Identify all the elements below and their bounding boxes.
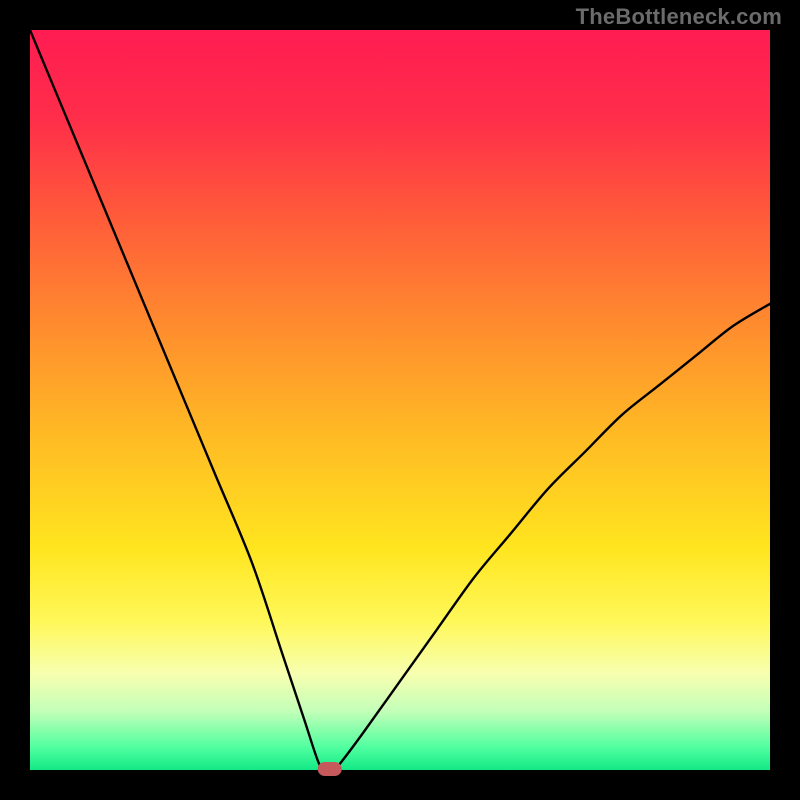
watermark-text: TheBottleneck.com — [576, 4, 782, 30]
chart-frame: TheBottleneck.com — [0, 0, 800, 800]
bottleneck-chart — [0, 0, 800, 800]
minimum-marker — [318, 762, 342, 776]
plot-background — [30, 30, 770, 770]
